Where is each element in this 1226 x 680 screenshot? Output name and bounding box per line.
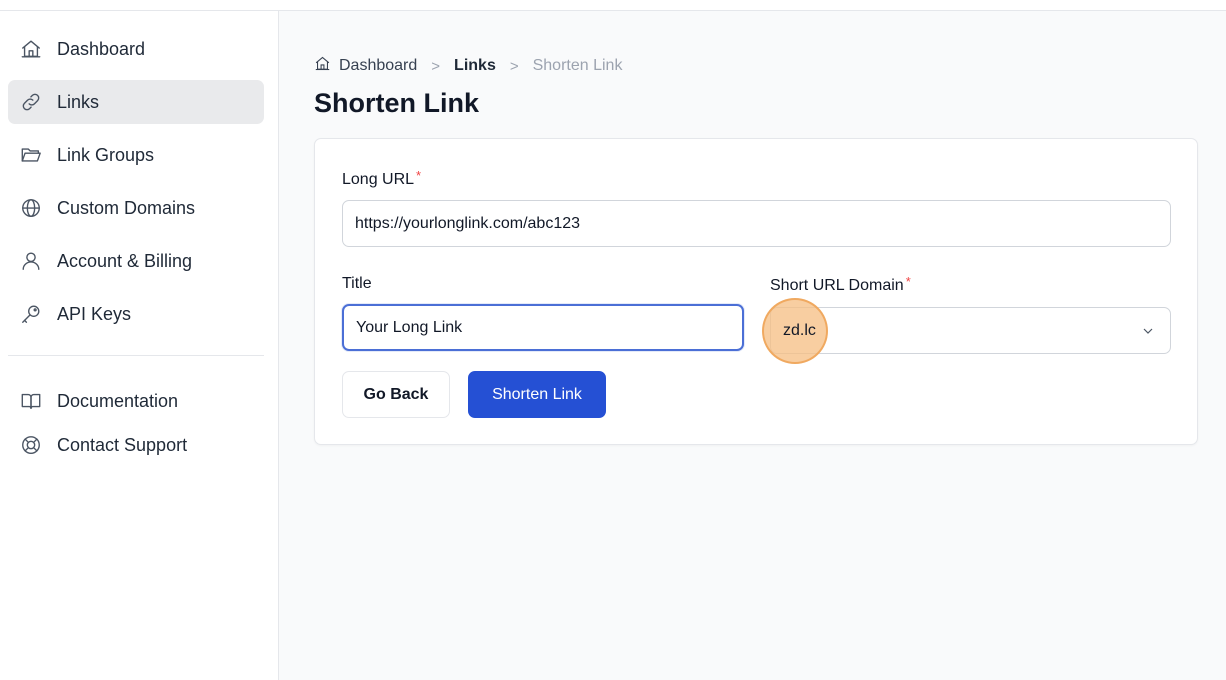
sidebar-item-links[interactable]: Links: [8, 80, 264, 124]
link-icon: [18, 89, 44, 115]
top-bar: [0, 0, 1226, 11]
title-input[interactable]: [342, 304, 744, 351]
globe-icon: [18, 195, 44, 221]
book-icon: [18, 388, 44, 414]
sidebar-divider: [8, 355, 264, 356]
sidebar-item-dashboard[interactable]: Dashboard: [8, 27, 264, 71]
sidebar-item-label: Documentation: [57, 390, 179, 411]
sidebar-item-account-billing[interactable]: Account & Billing: [8, 239, 264, 283]
folder-icon: [18, 142, 44, 168]
breadcrumb-dashboard[interactable]: Dashboard: [339, 57, 417, 75]
sidebar-item-label: Links: [57, 91, 100, 112]
chevron-right-icon: >: [431, 57, 441, 75]
sidebar-item-label: Contact Support: [57, 434, 188, 455]
sidebar-item-custom-domains[interactable]: Custom Domains: [8, 186, 264, 230]
sidebar-item-label: Custom Domains: [57, 197, 196, 218]
sidebar-nav: Dashboard Links Link Groups Custom Domai…: [8, 27, 264, 345]
sidebar-item-contact-support[interactable]: Contact Support: [8, 423, 264, 467]
sidebar-item-documentation[interactable]: Documentation: [8, 379, 264, 423]
sidebar-secondary-nav: Documentation Contact Support: [8, 379, 264, 467]
sidebar-item-label: Dashboard: [57, 38, 146, 59]
short-url-domain-select[interactable]: zd.lc: [762, 298, 1171, 364]
sidebar-item-label: Link Groups: [57, 144, 155, 165]
sidebar: Dashboard Links Link Groups Custom Domai…: [0, 11, 279, 680]
lifebuoy-icon: [18, 432, 44, 458]
long-url-label-text: Long URL: [342, 171, 415, 188]
breadcrumb-current: Shorten Link: [532, 57, 623, 74]
long-url-input[interactable]: [342, 200, 1171, 247]
sidebar-item-api-keys[interactable]: API Keys: [8, 292, 264, 336]
user-icon: [18, 248, 44, 274]
sidebar-item-link-groups[interactable]: Link Groups: [8, 133, 264, 177]
chevron-down-icon: [1140, 323, 1156, 344]
long-url-label: Long URL *: [342, 168, 422, 189]
main-content: Dashboard > Links > Shorten Link Shorten…: [279, 11, 1226, 680]
home-icon: [18, 36, 44, 62]
go-back-button[interactable]: Go Back: [342, 371, 450, 418]
breadcrumb: Dashboard > Links > Shorten Link: [314, 55, 622, 77]
home-icon[interactable]: [314, 55, 331, 77]
required-mark: *: [416, 168, 422, 183]
shorten-link-button[interactable]: Shorten Link: [468, 371, 606, 418]
short-url-domain-label: Short URL Domain *: [770, 274, 911, 295]
sidebar-item-label: Account & Billing: [57, 250, 193, 271]
required-mark: *: [905, 274, 911, 289]
sidebar-item-label: API Keys: [57, 303, 132, 324]
page-title: Shorten Link: [314, 88, 480, 118]
shorten-link-form: Long URL* Title Short URL Domain* zd.lc …: [314, 138, 1198, 445]
short-url-domain-label-text: Short URL Domain: [770, 277, 904, 294]
title-label: Title: [342, 275, 372, 292]
chevron-right-icon: >: [509, 57, 519, 75]
key-icon: [18, 301, 44, 327]
selected-domain-value: zd.lc: [783, 321, 816, 339]
breadcrumb-links[interactable]: Links: [454, 57, 496, 75]
